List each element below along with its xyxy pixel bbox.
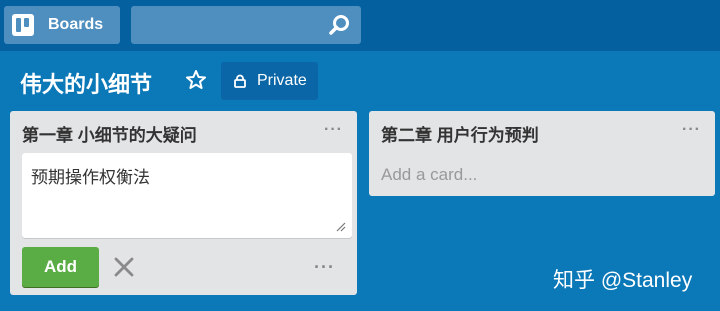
search-icon[interactable] — [327, 12, 353, 38]
resize-handle-icon[interactable] — [336, 222, 346, 232]
board-title[interactable]: 伟大的小细节 — [20, 67, 152, 99]
list-chapter-1: 第一章 小细节的大疑问 ··· 预期操作权衡法 Add ··· — [10, 111, 357, 295]
watermark: 知乎 @Stanley — [553, 269, 693, 292]
close-icon[interactable] — [111, 254, 137, 280]
boards-button[interactable]: Boards — [4, 6, 120, 44]
list-menu-button[interactable]: ··· — [682, 121, 701, 139]
privacy-label: Private — [257, 72, 307, 89]
composer-text: 预期操作权衡法 — [31, 168, 150, 187]
privacy-button[interactable]: Private — [221, 62, 318, 100]
composer-options-button[interactable]: ··· — [314, 257, 335, 278]
list-menu-button[interactable]: ··· — [324, 121, 343, 139]
list-title[interactable]: 第二章 用户行为预判 — [381, 121, 539, 146]
add-card-button[interactable]: Add — [22, 247, 99, 287]
boards-label: Boards — [48, 16, 104, 33]
lock-icon — [234, 74, 246, 88]
list-chapter-2: 第二章 用户行为预判 ··· Add a card... — [369, 111, 715, 196]
add-a-card-link[interactable]: Add a card... — [381, 165, 477, 185]
card-composer-textarea[interactable]: 预期操作权衡法 — [22, 153, 352, 238]
search-input[interactable] — [131, 6, 361, 44]
boards-icon — [12, 14, 34, 36]
board-header: 伟大的小细节 Private — [0, 51, 720, 111]
top-bar: Boards — [0, 0, 720, 51]
list-title[interactable]: 第一章 小细节的大疑问 — [22, 121, 197, 146]
star-icon[interactable] — [183, 67, 209, 93]
